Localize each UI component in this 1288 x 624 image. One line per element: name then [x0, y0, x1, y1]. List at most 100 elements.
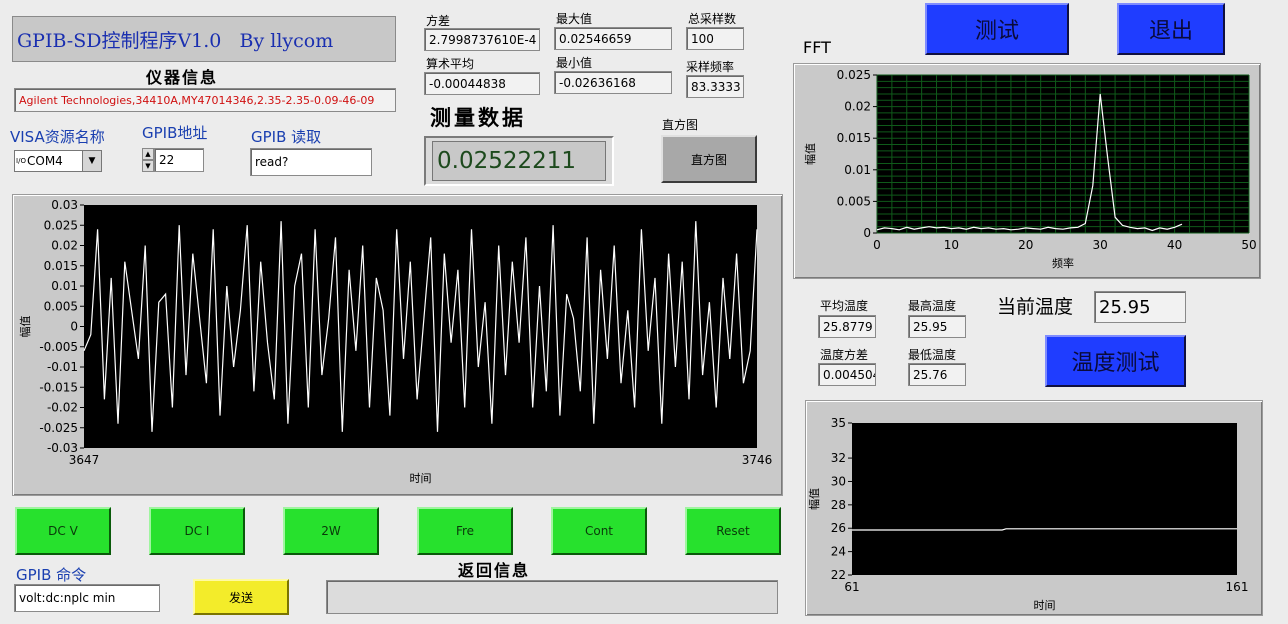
variance-label: 方差	[426, 14, 451, 28]
y-tick-label: 0.03	[51, 198, 78, 212]
x-tick-label: 161	[1226, 580, 1249, 594]
waveform-chart-panel: 0.03 0.025 0.02 0.015 0.01 0.005 0 -0.005 -0.01 -…	[12, 194, 783, 496]
x-tick-label: 10	[944, 238, 959, 252]
increment-icon[interactable]: ▲	[142, 148, 154, 160]
gpib-read-label: GPIB 读取	[251, 128, 322, 146]
max-value: 0.02546659	[554, 27, 672, 50]
y-axis-label: 幅值	[808, 488, 821, 510]
app-title: GPIB-SD控制程序V1.0 By llycom	[17, 29, 334, 52]
visa-resource-select[interactable]: I/O COM4 ▼	[14, 150, 102, 172]
waveform-chart: 0.03 0.025 0.02 0.015 0.01 0.005 0 -0.005 -0.01 -…	[19, 198, 773, 485]
y-tick-label: 24	[831, 545, 846, 559]
y-tick-label: -0.02	[47, 401, 78, 415]
y-tick-label: 0	[70, 320, 78, 334]
plot-area	[877, 75, 1249, 233]
measurement-display: 0.02522211	[424, 136, 614, 186]
total-samples-value: 100	[686, 27, 744, 50]
y-tick-label: 0.01	[844, 163, 871, 177]
gpib-command-label: GPIB 命令	[16, 566, 87, 584]
x-tick-label: 20	[1018, 238, 1033, 252]
x-tick-label: 3746	[742, 453, 773, 467]
plot-area	[84, 205, 757, 448]
variance-value: 2.7998737610E-4	[424, 28, 540, 51]
histogram-button[interactable]: 直方图	[661, 135, 757, 183]
total-samples-label: 总采样数	[688, 12, 737, 26]
min-value: -0.02636168	[554, 71, 672, 94]
avg-temp-label: 平均温度	[820, 299, 869, 313]
x-axis-label: 频率	[1052, 256, 1074, 270]
measurement-heading: 测量数据	[430, 106, 526, 130]
y-tick-label: 0.005	[837, 194, 871, 208]
decrement-icon[interactable]: ▼	[142, 160, 154, 172]
instrument-heading: 仪器信息	[146, 68, 219, 87]
y-tick-label: 0.025	[837, 68, 871, 82]
func-button-reset[interactable]: Reset	[685, 507, 781, 555]
func-button-dc-v[interactable]: DC V	[15, 507, 111, 555]
fft-label: FFT	[803, 38, 831, 57]
y-tick-label: 26	[831, 521, 846, 535]
y-tick-label: 0.02	[844, 100, 871, 114]
mean-label: 算术平均	[426, 57, 475, 71]
min-temp-value: 25.76	[908, 363, 966, 386]
temp-variance-label: 温度方差	[820, 348, 869, 362]
gpib-address-stepper[interactable]: ▲ ▼	[142, 148, 154, 172]
measurement-value: 0.02522211	[437, 148, 577, 174]
temperature-chart-panel: 35 32 30 28 26 24 22 61 161 时间 幅值	[805, 400, 1263, 616]
current-temp-label: 当前温度	[997, 296, 1074, 318]
test-button[interactable]: 测试	[925, 3, 1069, 55]
x-axis-label: 时间	[410, 472, 432, 485]
temperature-chart: 3532302826242261 161时间幅值	[808, 416, 1249, 612]
x-tick-label: 50	[1241, 238, 1256, 252]
exit-button[interactable]: 退出	[1117, 3, 1225, 55]
y-tick-label: 0.02	[51, 239, 78, 253]
fft-chart: 0.025 0.02 0.015 0.01 0.005 00 10 20 30 40 50 频率 幅值	[804, 68, 1257, 270]
x-axis-label: 时间	[1034, 599, 1056, 612]
x-tick-label: 61	[844, 580, 859, 594]
chevron-down-icon[interactable]: ▼	[82, 151, 101, 171]
y-axis-label: 幅值	[804, 143, 817, 165]
sample-rate-label: 采样频率	[686, 60, 735, 74]
y-tick-label: 0	[863, 226, 871, 240]
gpib-address-input[interactable]: 22	[154, 148, 204, 172]
y-tick-label: 0.025	[44, 218, 78, 232]
current-temp-value: 25.95	[1094, 291, 1186, 323]
visa-resource-value: COM4	[27, 154, 63, 168]
x-tick-label: 0	[873, 238, 881, 252]
max-label: 最大值	[556, 12, 593, 26]
return-info-field	[326, 580, 778, 614]
y-tick-label: -0.01	[47, 360, 78, 374]
func-button-dc-i[interactable]: DC I	[149, 507, 245, 555]
y-tick-label: 35	[831, 416, 846, 430]
y-tick-label: 0.015	[44, 259, 78, 273]
y-tick-label: 0.005	[44, 299, 78, 313]
y-tick-label: -0.025	[39, 421, 78, 435]
y-tick-label: 32	[831, 451, 846, 465]
y-axis-label: 幅值	[19, 316, 32, 338]
func-button-cont[interactable]: Cont	[551, 507, 647, 555]
min-label: 最小值	[556, 56, 593, 70]
visa-label: VISA资源名称	[10, 128, 105, 146]
func-button-fre[interactable]: Fre	[417, 507, 513, 555]
temperature-test-button[interactable]: 温度测试	[1045, 335, 1186, 387]
instrument-info-field: Agilent Technologies,34410A,MY47014346,2…	[14, 88, 396, 112]
gpib-address-label: GPIB地址	[142, 124, 208, 142]
return-info-heading: 返回信息	[458, 561, 531, 580]
temp-variance-value: 0.004504	[818, 363, 876, 386]
io-icon: I/O	[16, 157, 26, 165]
sample-rate-value: 83.3333	[686, 75, 744, 98]
plot-area	[852, 423, 1237, 575]
avg-temp-value: 25.8779	[818, 315, 876, 338]
send-button[interactable]: 发送	[193, 579, 289, 615]
app-title-box: GPIB-SD控制程序V1.0 By llycom	[12, 16, 396, 62]
y-tick-label: 30	[831, 474, 846, 488]
func-button-2w[interactable]: 2W	[283, 507, 379, 555]
x-tick-label: 40	[1167, 238, 1182, 252]
gpib-read-input[interactable]: read?	[250, 148, 372, 176]
min-temp-label: 最低温度	[908, 348, 957, 362]
gpib-command-input[interactable]: volt:dc:nplc min	[14, 584, 160, 612]
max-temp-value: 25.95	[908, 315, 966, 338]
y-tick-label: 0.015	[837, 131, 871, 145]
y-tick-label: -0.005	[39, 340, 78, 354]
x-tick-label: 30	[1093, 238, 1108, 252]
y-tick-label: -0.015	[39, 380, 78, 394]
